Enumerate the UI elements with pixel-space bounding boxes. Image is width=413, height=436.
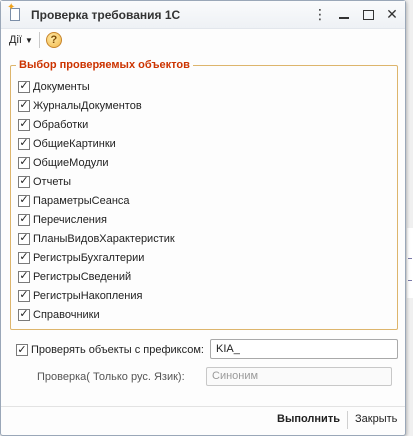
list-item[interactable]: ✓ РегистрыБухгалтерии xyxy=(18,248,175,267)
chevron-down-icon: ▼ xyxy=(24,35,33,45)
maximize-icon[interactable] xyxy=(357,4,379,26)
toolbar: Дії ▼ ? xyxy=(1,29,405,51)
footer-separator xyxy=(347,411,348,429)
list-item[interactable]: ✓ Справочники xyxy=(18,305,175,324)
checkbox[interactable]: ✓ xyxy=(18,308,30,321)
checkbox[interactable]: ✓ xyxy=(18,270,30,283)
run-button[interactable]: Выполнить xyxy=(277,413,340,425)
dialog-window: ✦ Проверка требования 1С ⋮ ✕ Дії ▼ ? Выб… xyxy=(0,0,406,436)
list-item[interactable]: ✓ ПланыВидовХарактеристик xyxy=(18,229,175,248)
checkbox[interactable]: ✓ xyxy=(18,289,30,302)
list-item[interactable]: ✓ ЖурналыДокументов xyxy=(18,96,175,115)
close-button[interactable]: Закрыть xyxy=(355,413,397,425)
help-icon[interactable]: ? xyxy=(45,32,62,48)
app-icon: ✦ xyxy=(7,2,23,23)
list-item[interactable]: ✓ РегистрыНакопления xyxy=(18,286,175,305)
group-title: Выбор проверяемых объектов xyxy=(16,59,193,71)
minimize-icon[interactable] xyxy=(333,4,355,26)
footer-divider xyxy=(1,406,405,407)
objects-group: Выбор проверяемых объектов ✓ Документы ✓ Ж… xyxy=(10,59,398,330)
prefix-checkbox[interactable]: ✓ xyxy=(16,344,28,356)
list-item[interactable]: ✓ Обработки xyxy=(18,115,175,134)
language-check-label: Проверка( Только рус. Язик): xyxy=(37,371,185,383)
list-item[interactable]: ✓ ПараметрыСеанса xyxy=(18,191,175,210)
toolbar-separator xyxy=(38,32,40,48)
actions-menu-button[interactable]: Дії ▼ xyxy=(9,34,33,46)
window-title: Проверка требования 1С xyxy=(31,7,181,22)
synonym-input[interactable]: Синоним xyxy=(206,367,392,386)
list-item[interactable]: ✓ Перечисления xyxy=(18,210,175,229)
actions-menu-label: Дії xyxy=(9,34,22,46)
checkbox[interactable]: ✓ xyxy=(18,194,30,207)
prefix-input[interactable]: KIA_ xyxy=(210,339,398,359)
prefix-checkbox-row[interactable]: ✓ Проверять объекты с префиксом: xyxy=(16,344,204,356)
checkbox[interactable]: ✓ xyxy=(18,80,30,93)
list-item[interactable]: ✓ Документы xyxy=(18,77,175,96)
list-item[interactable]: ✓ РегистрыСведений xyxy=(18,267,175,286)
list-item[interactable]: ✓ ОбщиеМодули xyxy=(18,153,175,172)
checkbox[interactable]: ✓ xyxy=(18,251,30,264)
checkbox[interactable]: ✓ xyxy=(18,137,30,150)
prefix-label: Проверять объекты с префиксом: xyxy=(31,344,204,356)
checkbox[interactable]: ✓ xyxy=(18,175,30,188)
checkbox[interactable]: ✓ xyxy=(18,156,30,169)
checkbox[interactable]: ✓ xyxy=(18,99,30,112)
list-item[interactable]: ✓ Отчеты xyxy=(18,172,175,191)
menu-icon[interactable]: ⋮ xyxy=(309,4,331,26)
list-item[interactable]: ✓ ОбщиеКартинки xyxy=(18,134,175,153)
close-icon[interactable]: ✕ xyxy=(381,4,403,26)
background-window-edge xyxy=(407,228,413,298)
checkbox[interactable]: ✓ xyxy=(18,213,30,226)
checkbox[interactable]: ✓ xyxy=(18,118,30,131)
title-bar[interactable]: ✦ Проверка требования 1С ⋮ ✕ xyxy=(1,1,405,29)
objects-list: ✓ Документы ✓ ЖурналыДокументов ✓ Обработки… xyxy=(18,77,175,324)
checkbox[interactable]: ✓ xyxy=(18,232,30,245)
